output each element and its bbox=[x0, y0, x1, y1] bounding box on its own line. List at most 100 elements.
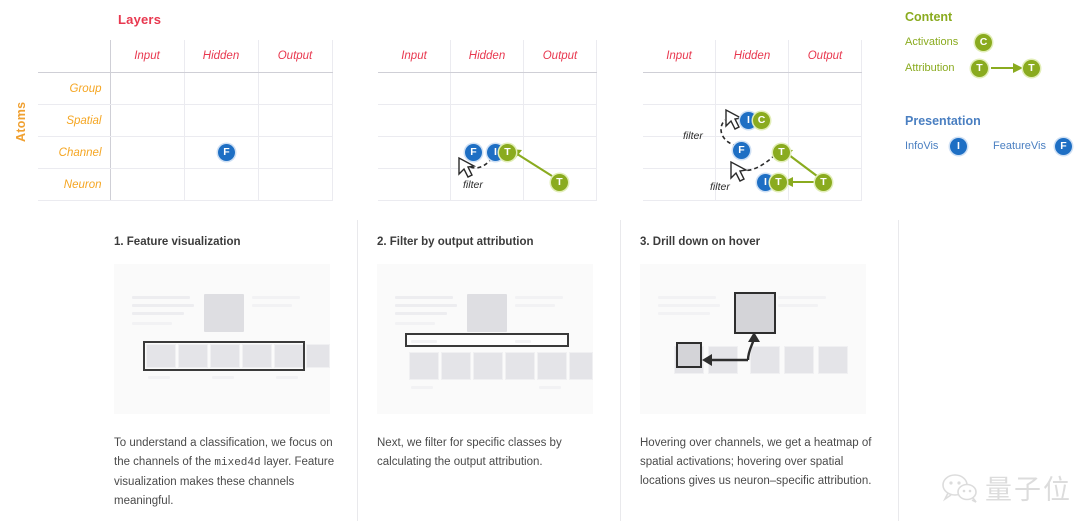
thumbnail[interactable] bbox=[306, 344, 330, 368]
matrix-cell bbox=[788, 136, 862, 169]
matrix-cell bbox=[378, 168, 451, 201]
matrix-cell bbox=[378, 104, 451, 137]
matrix-cell bbox=[643, 72, 716, 105]
hover-callout-arrows bbox=[702, 332, 760, 366]
badge-attribution-channel[interactable]: T bbox=[773, 144, 790, 161]
matrix-row-group: Group bbox=[38, 72, 333, 105]
row-label-neuron: Neuron bbox=[38, 168, 111, 201]
matrix-cell bbox=[450, 104, 524, 137]
legend-arrow-head bbox=[1013, 63, 1023, 73]
row-label-group: Group bbox=[38, 72, 111, 105]
matrix-cell bbox=[378, 72, 451, 105]
legend-label-activations: Activations bbox=[905, 36, 959, 48]
sk-hero-image bbox=[467, 294, 507, 332]
steps-region: 1. Feature visualization To understand a… bbox=[0, 212, 1080, 521]
wechat-icon bbox=[942, 473, 977, 503]
badge-attribution-output[interactable]: T bbox=[551, 174, 568, 191]
matrix-cell bbox=[523, 104, 597, 137]
badge-attribution-neuron[interactable]: T bbox=[770, 174, 787, 191]
row-label-channel: Channel bbox=[38, 136, 111, 169]
step-caption-3: Hovering over channels, we get a heatmap… bbox=[640, 434, 872, 491]
panel-divider bbox=[620, 220, 621, 521]
panel-divider bbox=[898, 220, 899, 521]
sk-line bbox=[539, 386, 561, 389]
sk-hero-image bbox=[204, 294, 244, 332]
screenshot-skeleton bbox=[114, 264, 330, 414]
matrix-row-spatial bbox=[378, 104, 597, 137]
badge-featurevis[interactable]: F bbox=[218, 144, 235, 161]
column-header-hidden: Hidden bbox=[184, 40, 259, 73]
matrix-cell bbox=[110, 72, 185, 105]
column-header-output: Output bbox=[523, 40, 597, 73]
sk-line bbox=[515, 340, 531, 343]
watermark-text: 量子位 bbox=[985, 475, 1072, 506]
badge-attribution[interactable]: T bbox=[499, 144, 516, 161]
step-screenshot-3[interactable] bbox=[640, 264, 866, 414]
filter-label: filter bbox=[463, 179, 483, 191]
row-label-spatial: Spatial bbox=[38, 104, 111, 137]
matrix-cell bbox=[110, 104, 185, 137]
column-header-input: Input bbox=[643, 40, 716, 73]
caption-text: Next, we filter for specific classes by … bbox=[377, 437, 562, 468]
thumbnail[interactable] bbox=[537, 352, 567, 380]
matrix-cell bbox=[258, 72, 333, 105]
column-header-input: Input bbox=[110, 40, 185, 73]
filter-label-lower: filter bbox=[710, 181, 730, 193]
matrix-row-channel bbox=[643, 136, 862, 169]
matrix-grid-1: Input Hidden Output Group Spatial Channe… bbox=[38, 40, 333, 201]
caption-text: Hovering over channels, we get a heatmap… bbox=[640, 437, 872, 487]
step-panel-1: 1. Feature visualization To understand a… bbox=[100, 212, 352, 521]
matrix-cell bbox=[258, 168, 333, 201]
sk-line bbox=[252, 304, 292, 307]
thumbnail[interactable] bbox=[505, 352, 535, 380]
sk-line bbox=[515, 304, 555, 307]
legend-row-presentation-items: InfoVis I FeatureVis F bbox=[905, 138, 1080, 166]
thumbnail[interactable] bbox=[473, 352, 503, 380]
thumbnail[interactable] bbox=[569, 352, 593, 380]
column-header-output: Output bbox=[788, 40, 862, 73]
step-screenshot-1[interactable] bbox=[114, 264, 330, 414]
thumbnail[interactable] bbox=[441, 352, 471, 380]
thumbnail[interactable] bbox=[409, 352, 439, 380]
sk-line bbox=[395, 322, 435, 325]
matrix-header-row: Input Hidden Output bbox=[643, 40, 862, 73]
wechat-icon-eye bbox=[949, 480, 953, 485]
concept-matrix-region: Layers Atoms Input Hidden Output Group S… bbox=[0, 0, 1080, 212]
matrix-cell bbox=[643, 136, 716, 169]
matrix-header-row: Input Hidden Output bbox=[38, 40, 333, 73]
step-screenshot-2[interactable] bbox=[377, 264, 593, 414]
step-caption-1: To understand a classification, we focus… bbox=[114, 434, 336, 511]
badge-featurevis[interactable]: F bbox=[465, 144, 482, 161]
matrix-axis-label-atoms: Atoms bbox=[14, 101, 28, 142]
badge-attribution-output[interactable]: T bbox=[815, 174, 832, 191]
column-header-output: Output bbox=[258, 40, 333, 73]
legend-panel: Content Activations C Attribution T T Pr… bbox=[905, 10, 1080, 166]
legend-row-attribution: Attribution T T bbox=[905, 60, 1080, 88]
matrix-header-row: Input Hidden Output bbox=[378, 40, 597, 73]
wechat-icon-tail-small bbox=[971, 497, 977, 503]
matrix-cell bbox=[450, 72, 524, 105]
callout-arrow-up-head bbox=[748, 332, 760, 342]
matrix-cell bbox=[643, 168, 716, 201]
badge-featurevis[interactable]: F bbox=[1055, 138, 1072, 155]
sk-line bbox=[132, 312, 184, 315]
badge-infovis[interactable]: I bbox=[950, 138, 967, 155]
legend-row-activations: Activations C bbox=[905, 34, 1080, 62]
legend-label-infovis: InfoVis bbox=[905, 140, 939, 152]
matrix-cell bbox=[184, 168, 259, 201]
badge-attribution-target[interactable]: T bbox=[1023, 60, 1040, 77]
column-header-input: Input bbox=[378, 40, 451, 73]
watermark: 量子位 bbox=[942, 468, 1072, 507]
matrix-cell bbox=[643, 104, 716, 137]
sk-line bbox=[395, 296, 453, 299]
badge-featurevis[interactable]: F bbox=[733, 142, 750, 159]
badge-activations[interactable]: C bbox=[753, 112, 770, 129]
badge-attribution-source[interactable]: T bbox=[971, 60, 988, 77]
wechat-icon-bubble-small bbox=[957, 483, 977, 500]
matrix-row-group bbox=[643, 72, 862, 105]
badge-activations[interactable]: C bbox=[975, 34, 992, 51]
sk-line bbox=[132, 304, 194, 307]
matrix-row-spatial: Spatial bbox=[38, 104, 333, 137]
sk-line bbox=[132, 322, 172, 325]
matrix-cell bbox=[788, 104, 862, 137]
